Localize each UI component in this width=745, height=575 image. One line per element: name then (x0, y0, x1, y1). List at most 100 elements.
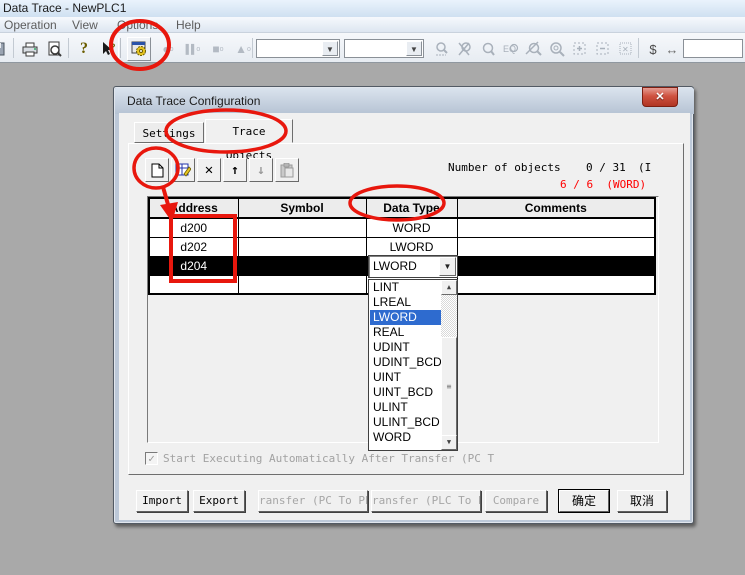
dollar-icon: $ (649, 42, 656, 57)
compare-button: Compare (485, 490, 547, 512)
chevron-down-icon[interactable]: ▼ (439, 257, 456, 276)
scroll-up-button[interactable]: ▲ (441, 280, 457, 295)
dropdown-item[interactable]: LINT (370, 280, 442, 295)
main-toolbar: ? ? ●o ▌▌o ■o ▲o ▼ ▼ EQ ✕ $ ↔ (0, 33, 745, 63)
dropdown-item[interactable]: ULINT_BCD (370, 415, 442, 430)
import-button[interactable]: Import (136, 490, 188, 512)
trace-combo-2[interactable]: ▼ (344, 39, 424, 58)
cell-address[interactable]: d200 (149, 218, 238, 237)
chevron-down-icon[interactable]: ▼ (406, 41, 422, 56)
paste-button (275, 158, 299, 182)
trace-combo-1[interactable]: ▼ (256, 39, 340, 58)
transfer-pc-to-plc-button: ransfer (PC To PLC (258, 490, 368, 512)
word-counter-red: 6 / 6 (WORD) (560, 178, 646, 191)
print-preview-button[interactable] (42, 37, 66, 61)
cancel-button[interactable]: 取消 (617, 490, 667, 512)
up-arrow-icon: ↑ (231, 163, 239, 178)
dropdown-item[interactable]: REAL (370, 325, 442, 340)
col-header-address[interactable]: Address (149, 198, 238, 218)
help-button[interactable]: ? (72, 37, 96, 61)
table-header-row: Address Symbol Data Type Comments (149, 198, 655, 218)
dropdown-item[interactable]: UDINT_BCD (370, 355, 442, 370)
pause-icon: ▌▌ (186, 44, 197, 54)
dropdown-item[interactable]: ULINT (370, 400, 442, 415)
table-row[interactable]: d200 WORD (149, 218, 655, 237)
trace-settings-icon (131, 41, 148, 57)
zoom-search-icon (548, 41, 566, 57)
move-up-button[interactable]: ↑ (223, 158, 247, 182)
dropdown-scrollbar[interactable]: ▲ ≡ ▼ (441, 280, 457, 450)
export-button[interactable]: Export (193, 490, 245, 512)
menu-view[interactable]: View (68, 17, 102, 33)
cell-datatype[interactable]: WORD (366, 218, 457, 237)
cell-comments[interactable] (457, 237, 655, 256)
menu-options[interactable]: Options (113, 17, 162, 33)
zoom-clear-icon (525, 41, 543, 57)
edit-object-button[interactable] (171, 158, 195, 182)
cell-comments[interactable] (457, 256, 655, 275)
cell-datatype[interactable]: LWORD (366, 237, 457, 256)
cell-comments[interactable] (457, 275, 655, 294)
dropdown-item[interactable]: UDINT (370, 340, 442, 355)
cell-symbol[interactable] (238, 256, 366, 275)
help-icon: ? (80, 40, 88, 58)
cell-address[interactable] (149, 275, 238, 294)
delete-object-button[interactable]: ✕ (197, 158, 221, 182)
combobox-value: LWORD (373, 259, 417, 273)
save-icon[interactable] (0, 37, 10, 61)
zoom-ruler-button (430, 37, 454, 61)
menu-operation[interactable]: Operation (0, 17, 61, 33)
tab-settings-label: Settings (143, 127, 196, 140)
cell-comments[interactable] (457, 218, 655, 237)
tab-settings[interactable]: Settings (134, 122, 204, 143)
col-header-symbol[interactable]: Symbol (238, 198, 366, 218)
paste-icon (280, 163, 294, 178)
small-circle-icon: o (170, 46, 174, 53)
menu-bar: Operation View Options Help (0, 17, 745, 33)
tab-trace-objects[interactable]: Trace Objects (205, 119, 293, 143)
cell-address[interactable]: d202 (149, 237, 238, 256)
chevron-down-icon[interactable]: ▼ (322, 41, 338, 56)
trace-settings-button[interactable] (127, 37, 151, 61)
context-help-button[interactable]: ? (96, 37, 120, 61)
col-header-datatype[interactable]: Data Type (366, 198, 457, 218)
scroll-down-button[interactable]: ▼ (441, 435, 457, 450)
eject-icon: ▲ (235, 42, 247, 56)
data-trace-configuration-dialog: Data Trace Configuration ✕ Settings Trac… (113, 86, 694, 524)
close-button[interactable]: ✕ (642, 87, 678, 107)
zoom-out-region-icon (595, 41, 611, 57)
edit-table-icon (175, 162, 191, 178)
dropdown-item[interactable]: UINT (370, 370, 442, 385)
cell-symbol[interactable] (238, 275, 366, 294)
zoom-q-icon (480, 41, 496, 57)
datatype-combobox[interactable]: LWORD ▼ (368, 255, 458, 278)
execute-button: ●o (156, 37, 180, 61)
measure-button[interactable]: ↔ (660, 37, 684, 61)
new-document-icon (151, 163, 164, 178)
ok-button[interactable]: 确定 (559, 490, 609, 512)
h-measure-icon: ↔ (666, 42, 679, 57)
col-header-comments[interactable]: Comments (457, 198, 655, 218)
toolbar-grip[interactable] (118, 38, 121, 58)
dropdown-item[interactable]: UINT_BCD (370, 385, 442, 400)
trace-combo-3[interactable] (683, 39, 743, 58)
small-circle-icon: o (247, 46, 251, 53)
cell-symbol[interactable] (238, 237, 366, 256)
scrollbar-thumb[interactable]: ≡ (441, 337, 457, 437)
dialog-titlebar[interactable]: Data Trace Configuration (115, 88, 694, 114)
zoom-search-button (545, 37, 569, 61)
cell-address[interactable]: d204 (149, 256, 238, 275)
dropdown-item[interactable]: WORD (370, 430, 442, 445)
dropdown-item-selected[interactable]: LWORD (370, 310, 442, 325)
datatype-dropdown-list: LINT LREAL LWORD REAL UDINT UDINT_BCD UI… (368, 279, 458, 451)
dropdown-item[interactable]: LREAL (370, 295, 442, 310)
menu-help[interactable]: Help (172, 17, 205, 33)
context-help-icon: ? (99, 41, 117, 57)
table-row[interactable]: d202 LWORD (149, 237, 655, 256)
new-object-button[interactable] (145, 158, 169, 182)
zoom-clear-button (522, 37, 546, 61)
print-button[interactable] (18, 37, 42, 61)
zoom-eq-icon: EQ (503, 41, 519, 57)
window-title: Data Trace - NewPLC1 (3, 1, 126, 15)
cell-symbol[interactable] (238, 218, 366, 237)
